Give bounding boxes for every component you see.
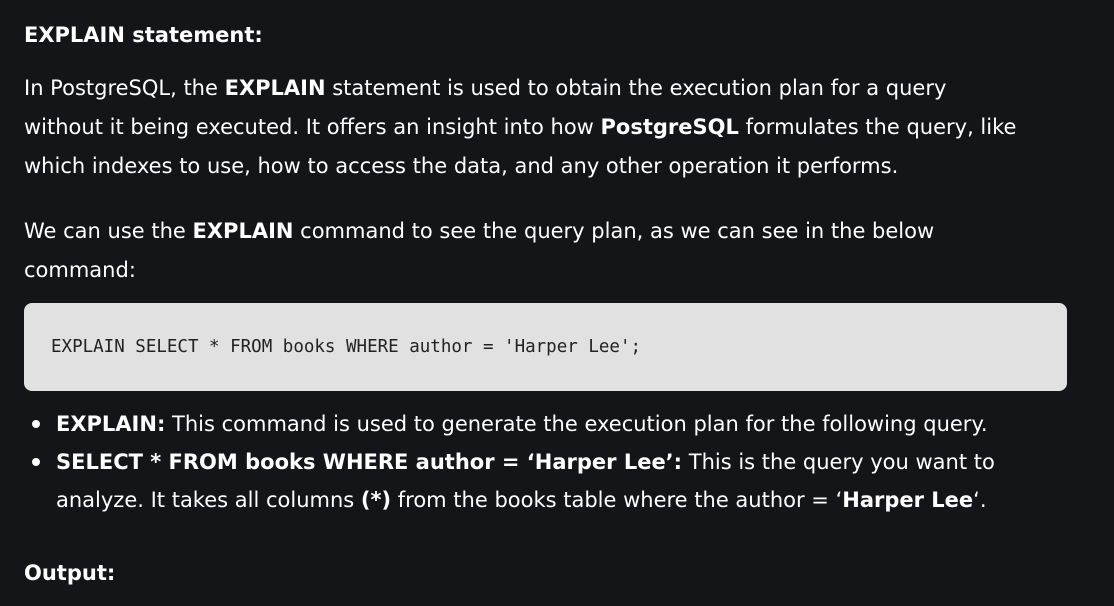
text-run: from the books table where the author = …: [391, 488, 843, 512]
bullet-icon: [32, 458, 40, 466]
text-run: formulates the query, like: [738, 115, 1017, 139]
code-text[interactable]: EXPLAIN SELECT * FROM books WHERE author…: [51, 335, 641, 359]
bold-term: EXPLAIN: [224, 76, 326, 100]
list-item: EXPLAIN: This command is used to generat…: [24, 405, 1084, 443]
text-run: We can use the: [24, 219, 193, 243]
text-run: ‘.: [973, 488, 987, 512]
text-run: command to see the query plan, as we can…: [293, 219, 935, 243]
bold-term: EXPLAIN: [192, 219, 294, 243]
bold-term: (*): [360, 488, 392, 512]
bold-term: EXPLAIN:: [56, 412, 166, 436]
text-run: In PostgreSQL, the: [24, 76, 225, 100]
text-run: analyze. It takes all columns: [56, 488, 361, 512]
bold-term: SELECT * FROM books WHERE author = ‘Harp…: [56, 450, 683, 474]
usage-line-1: We can use the EXPLAIN command to see th…: [24, 212, 1074, 251]
list-item: SELECT * FROM books WHERE author = ‘Harp…: [24, 443, 1084, 519]
list-item-line: analyze. It takes all columns (*) from t…: [56, 481, 1084, 519]
bullet-icon: [32, 420, 40, 428]
usage-line-2: command:: [24, 258, 136, 282]
intro-line-3: which indexes to use, how to access the …: [24, 154, 899, 178]
explanation-list: EXPLAIN: This command is used to generat…: [24, 405, 1084, 519]
code-block[interactable]: EXPLAIN SELECT * FROM books WHERE author…: [24, 303, 1067, 391]
list-item-line: SELECT * FROM books WHERE author = ‘Harp…: [56, 443, 1084, 481]
intro-line-1: In PostgreSQL, the EXPLAIN statement is …: [24, 69, 1074, 108]
usage-paragraph: We can use the EXPLAIN command to see th…: [24, 212, 1074, 290]
text-run: statement is used to obtain the executio…: [325, 76, 947, 100]
intro-line-2: without it being executed. It offers an …: [24, 108, 1074, 147]
section-heading: EXPLAIN statement:: [24, 23, 263, 47]
bold-term: PostgreSQL: [600, 115, 739, 139]
intro-paragraph: In PostgreSQL, the EXPLAIN statement is …: [24, 69, 1074, 186]
text-run: This command is used to generate the exe…: [165, 412, 988, 436]
text-run: without it being executed. It offers an …: [24, 115, 601, 139]
bold-term: Harper Lee: [842, 488, 974, 512]
text-run: This is the query you want to: [682, 450, 995, 474]
output-heading: Output:: [24, 561, 116, 585]
list-item-line: EXPLAIN: This command is used to generat…: [56, 405, 1084, 443]
